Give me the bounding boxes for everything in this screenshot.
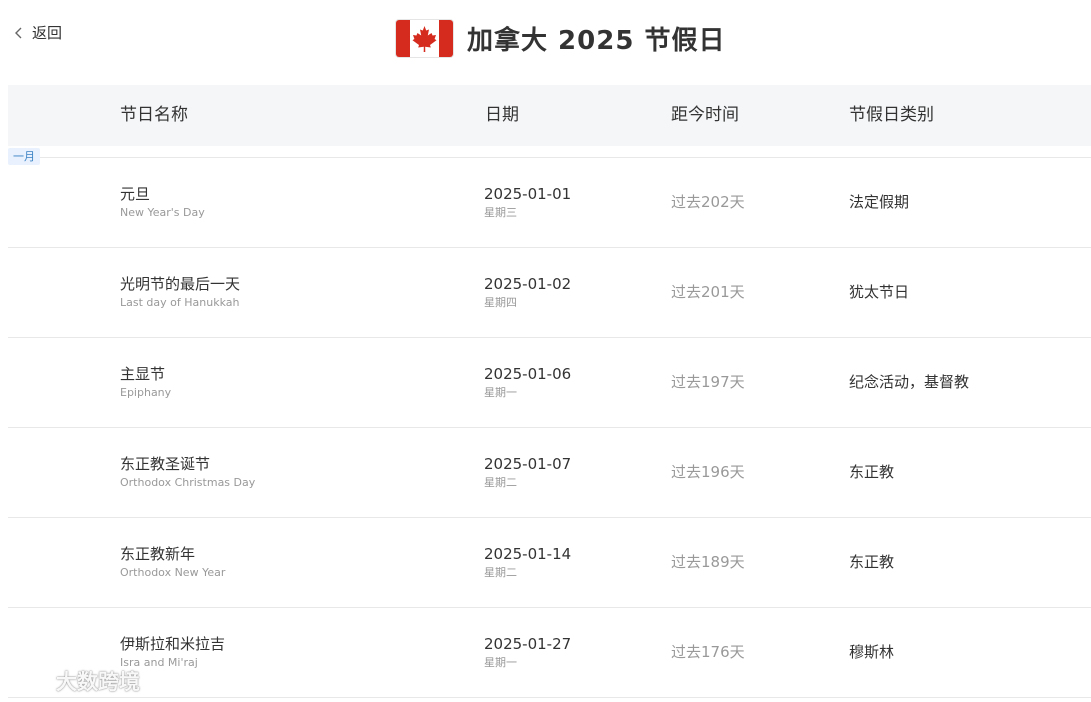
table-row[interactable]: 伊斯拉和米拉吉 Isra and Mi'raj 2025-01-27 星期一 过… bbox=[8, 608, 1091, 698]
holiday-date-cell: 2025-01-07 星期二 bbox=[484, 455, 571, 490]
holiday-date: 2025-01-01 bbox=[484, 185, 572, 203]
column-header-category: 节假日类别 bbox=[849, 105, 934, 125]
table-row[interactable]: 光明节的最后一天 Last day of Hanukkah 2025-01-02… bbox=[8, 248, 1091, 338]
holiday-weekday: 星期二 bbox=[484, 566, 517, 579]
holiday-date: 2025-01-27 bbox=[484, 635, 572, 653]
holiday-name-en: Orthodox Christmas Day bbox=[120, 476, 256, 489]
holiday-since: 过去202天 bbox=[671, 193, 745, 211]
holiday-name-cell: 伊斯拉和米拉吉 Isra and Mi'raj bbox=[120, 635, 225, 670]
holiday-name-cn: 光明节的最后一天 bbox=[120, 275, 241, 293]
holiday-date-cell: 2025-01-01 星期三 bbox=[484, 185, 571, 220]
holiday-category: 犹太节日 bbox=[849, 283, 910, 301]
table-row[interactable]: 元旦 New Year's Day 2025-01-01 星期三 过去202天 … bbox=[8, 158, 1091, 248]
column-header-date: 日期 bbox=[485, 105, 519, 125]
holiday-name-cell: 主显节 Epiphany bbox=[120, 365, 171, 400]
holiday-name-en: Epiphany bbox=[120, 386, 172, 399]
holiday-name-cn: 伊斯拉和米拉吉 bbox=[120, 635, 226, 653]
holiday-name-en: Last day of Hanukkah bbox=[120, 296, 240, 309]
holiday-weekday: 星期二 bbox=[484, 476, 517, 489]
table-header: 节日名称 日期 距今时间 节假日类别 bbox=[8, 85, 1091, 146]
page-header: 加拿大 2025 节假日 bbox=[396, 20, 725, 57]
holiday-date-cell: 2025-01-06 星期一 bbox=[484, 365, 571, 400]
holiday-date-cell: 2025-01-27 星期一 bbox=[484, 635, 571, 670]
holiday-name-cell: 东正教新年 Orthodox New Year bbox=[120, 545, 225, 580]
holiday-date: 2025-01-07 bbox=[484, 455, 572, 473]
holiday-category: 纪念活动，基督教 bbox=[849, 373, 970, 391]
holiday-category: 法定假期 bbox=[849, 193, 910, 211]
holiday-name-cell: 东正教圣诞节 Orthodox Christmas Day bbox=[120, 455, 255, 490]
holiday-name-cn: 东正教新年 bbox=[120, 545, 196, 563]
holiday-category: 东正教 bbox=[849, 463, 895, 481]
holiday-weekday: 星期三 bbox=[484, 206, 517, 219]
table-row[interactable]: 东正教圣诞节 Orthodox Christmas Day 2025-01-07… bbox=[8, 428, 1091, 518]
canada-flag-icon bbox=[396, 20, 453, 57]
holiday-since: 过去197天 bbox=[671, 373, 745, 391]
holiday-name-cn: 主显节 bbox=[120, 365, 166, 383]
holiday-category: 穆斯林 bbox=[849, 643, 895, 661]
back-button[interactable]: 返回 bbox=[12, 22, 62, 43]
holiday-weekday: 星期一 bbox=[484, 386, 517, 399]
holiday-table-body: 元旦 New Year's Day 2025-01-01 星期三 过去202天 … bbox=[8, 158, 1091, 698]
holiday-page: 返回 加拿大 2025 节假日 节日名称 日期 距今时间 节假日类别 一月 元旦… bbox=[0, 0, 1091, 702]
holiday-date: 2025-01-14 bbox=[484, 545, 572, 563]
holiday-weekday: 星期一 bbox=[484, 656, 517, 669]
holiday-date: 2025-01-02 bbox=[484, 275, 572, 293]
holiday-since: 过去189天 bbox=[671, 553, 745, 571]
page-title: 加拿大 2025 节假日 bbox=[467, 26, 726, 56]
holiday-date-cell: 2025-01-02 星期四 bbox=[484, 275, 571, 310]
holiday-name-cn: 元旦 bbox=[120, 185, 151, 203]
holiday-since: 过去176天 bbox=[671, 643, 745, 661]
column-header-since: 距今时间 bbox=[671, 105, 739, 125]
holiday-name-en: Orthodox New Year bbox=[120, 566, 226, 579]
chevron-left-icon bbox=[15, 27, 22, 38]
watermark: 大数跨境 bbox=[10, 666, 140, 696]
holiday-name-en: New Year's Day bbox=[120, 206, 205, 219]
holiday-name-cn: 东正教圣诞节 bbox=[120, 455, 211, 473]
back-label: 返回 bbox=[32, 24, 63, 42]
holiday-name-cell: 光明节的最后一天 Last day of Hanukkah bbox=[120, 275, 240, 310]
holiday-weekday: 星期四 bbox=[484, 296, 517, 309]
table-row[interactable]: 主显节 Epiphany 2025-01-06 星期一 过去197天 纪念活动，… bbox=[8, 338, 1091, 428]
holiday-since: 过去196天 bbox=[671, 463, 745, 481]
holiday-date: 2025-01-06 bbox=[484, 365, 572, 383]
holiday-name-cell: 元旦 New Year's Day bbox=[120, 185, 205, 220]
brand-logo-icon bbox=[12, 670, 49, 692]
watermark-text: 大数跨境 bbox=[56, 670, 140, 694]
column-header-name: 节日名称 bbox=[120, 105, 188, 125]
holiday-category: 东正教 bbox=[849, 553, 895, 571]
holiday-date-cell: 2025-01-14 星期二 bbox=[484, 545, 571, 580]
holiday-since: 过去201天 bbox=[671, 283, 745, 301]
table-row[interactable]: 东正教新年 Orthodox New Year 2025-01-14 星期二 过… bbox=[8, 518, 1091, 608]
